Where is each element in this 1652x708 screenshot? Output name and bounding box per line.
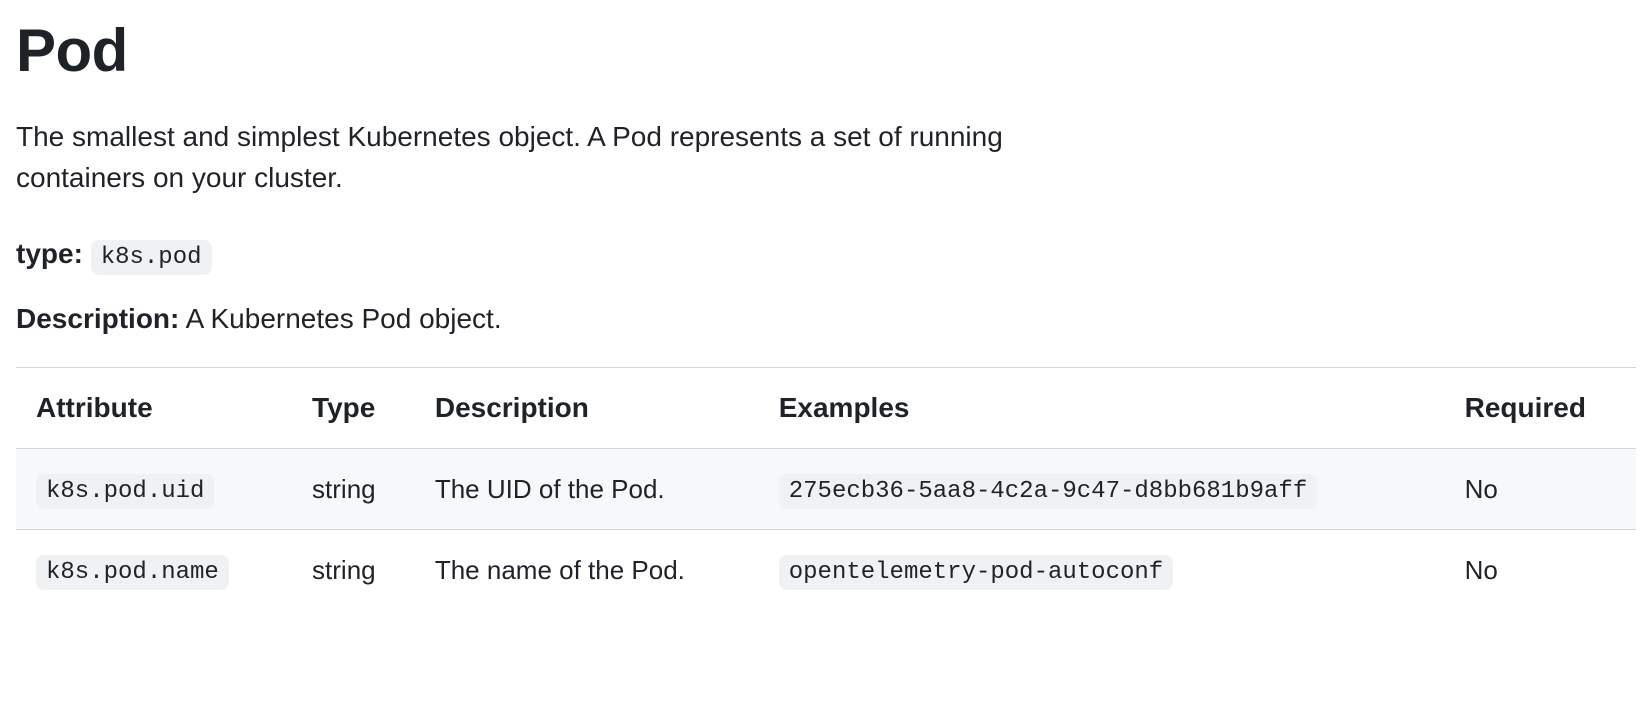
table-row: k8s.pod.name string The name of the Pod.…: [16, 530, 1636, 611]
intro-paragraph: The smallest and simplest Kubernetes obj…: [16, 117, 1116, 198]
type-value: k8s.pod: [91, 240, 212, 275]
col-examples: Examples: [759, 368, 1445, 449]
attributes-table: Attribute Type Description Examples Requ…: [16, 368, 1636, 610]
page-title: Pod: [16, 16, 1636, 85]
col-attribute: Attribute: [16, 368, 292, 449]
description-line: Description: A Kubernetes Pod object.: [16, 303, 1636, 335]
table-row: k8s.pod.uid string The UID of the Pod. 2…: [16, 449, 1636, 530]
type-line: type: k8s.pod: [16, 238, 1636, 271]
description-label: Description:: [16, 303, 179, 334]
cell-examples: 275ecb36-5aa8-4c2a-9c47-d8bb681b9aff: [759, 449, 1445, 530]
cell-type: string: [292, 530, 415, 611]
cell-description: The UID of the Pod.: [415, 449, 759, 530]
table-header-row: Attribute Type Description Examples Requ…: [16, 368, 1636, 449]
col-type: Type: [292, 368, 415, 449]
col-required: Required: [1445, 368, 1636, 449]
description-value: A Kubernetes Pod object.: [186, 303, 502, 334]
cell-examples: opentelemetry-pod-autoconf: [759, 530, 1445, 611]
cell-type: string: [292, 449, 415, 530]
cell-attribute: k8s.pod.uid: [16, 449, 292, 530]
cell-attribute: k8s.pod.name: [16, 530, 292, 611]
doc-container: Pod The smallest and simplest Kubernetes…: [16, 16, 1636, 610]
cell-required: No: [1445, 530, 1636, 611]
col-description: Description: [415, 368, 759, 449]
cell-description: The name of the Pod.: [415, 530, 759, 611]
type-label: type:: [16, 238, 83, 269]
cell-required: No: [1445, 449, 1636, 530]
